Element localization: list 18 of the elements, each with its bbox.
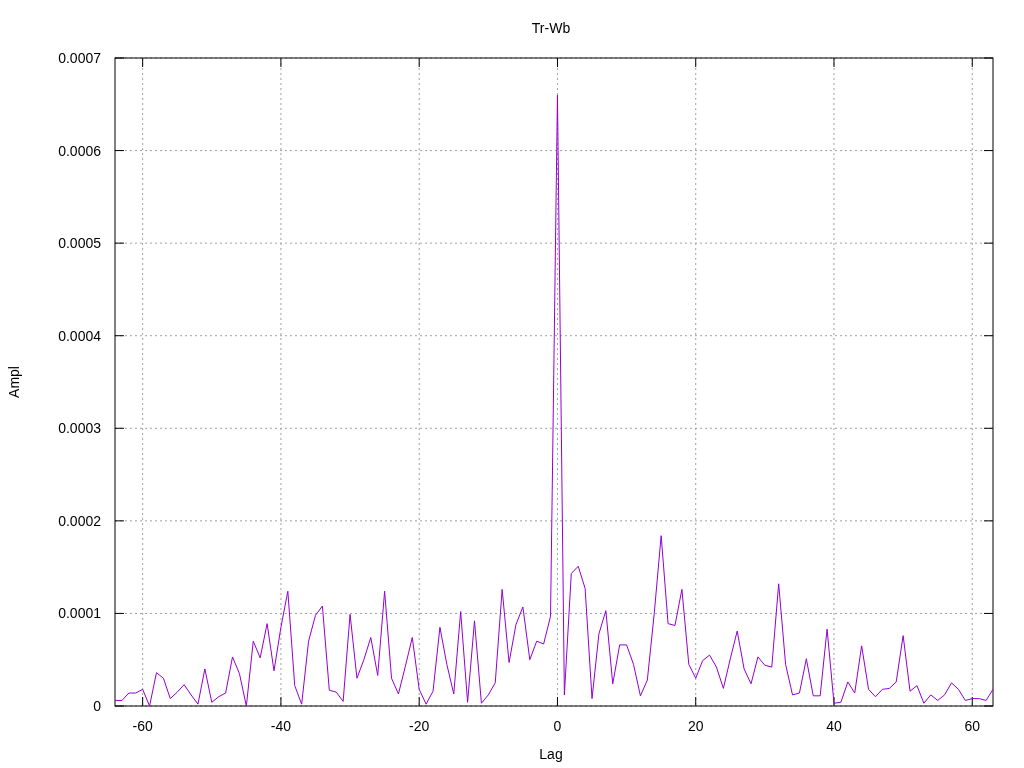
chart-title: Tr-Wb [531, 20, 571, 36]
axis-tick-label: 60 [964, 718, 981, 734]
axis-tick-label: 0.0006 [58, 142, 101, 159]
axis-tick-label: 20 [687, 718, 704, 734]
axis-tick-label: -60 [132, 718, 153, 734]
axis-tick-label: 40 [826, 718, 842, 734]
axis-tick-label: 0.0002 [58, 512, 101, 529]
axis-tick-label: -20 [409, 718, 430, 734]
x-axis-label: Lag [539, 746, 563, 762]
axis-tick-label: 0.0003 [58, 420, 101, 437]
axis-tick-label: 0 [553, 718, 562, 734]
axis-tick-label: 0.0001 [58, 605, 101, 622]
axis-tick-label: -40 [270, 718, 292, 734]
axis-tick-label: 0.0004 [58, 327, 101, 344]
y-axis-label: Ampl [6, 366, 22, 398]
axis-tick-label: 0.0005 [58, 235, 101, 252]
axis-tick-label: 0 [93, 698, 101, 714]
axis-tick-label: 0.0007 [58, 50, 101, 66]
